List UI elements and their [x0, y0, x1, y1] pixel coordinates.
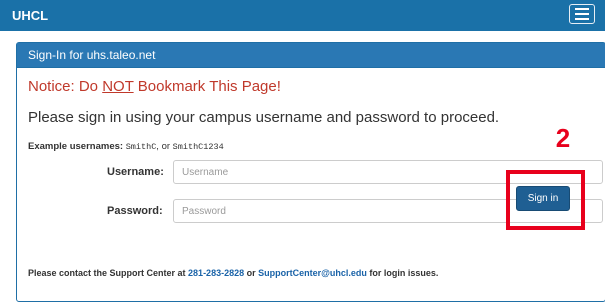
annotation-highlight-box [506, 170, 585, 230]
notice-emphasis: NOT [102, 78, 134, 95]
support-phone-link[interactable]: 281-283-2828 [188, 268, 244, 278]
panel-header: Sign-In for uhs.taleo.net [17, 43, 605, 68]
support-email-link[interactable]: SupportCenter@uhcl.edu [258, 268, 367, 278]
contact-suffix: for login issues. [366, 268, 439, 278]
notice-prefix: Notice: Do [28, 78, 103, 95]
bookmark-notice: Notice: Do NOT Bookmark This Page! [28, 78, 281, 95]
example-usernames: Example usernames: SmithC, or SmithC1234 [28, 141, 224, 152]
annotation-step-number: 2 [555, 123, 571, 153]
contact-prefix: Please contact the Support Center at [28, 268, 189, 278]
menu-bar [575, 8, 589, 10]
contact-middle: or [244, 268, 259, 278]
examples-label: Example usernames: [28, 141, 124, 152]
example-username-1: SmithC [125, 142, 157, 152]
panel-title: Sign-In for uhs.taleo.net [28, 48, 156, 62]
top-navbar: UHCL [0, 0, 605, 31]
notice-suffix: Bookmark This Page! [133, 78, 281, 95]
example-username-2: SmithC1234 [172, 142, 224, 152]
menu-bar [575, 13, 589, 15]
hamburger-menu-icon[interactable] [569, 4, 595, 24]
password-label: Password: [107, 205, 163, 217]
sign-in-instructions: Please sign in using your campus usernam… [28, 109, 500, 126]
support-contact: Please contact the Support Center at 281… [28, 268, 438, 278]
brand-logo[interactable]: UHCL [12, 8, 48, 23]
examples-separator: , or [156, 141, 173, 152]
menu-bar [575, 18, 589, 20]
username-label: Username: [107, 166, 164, 178]
